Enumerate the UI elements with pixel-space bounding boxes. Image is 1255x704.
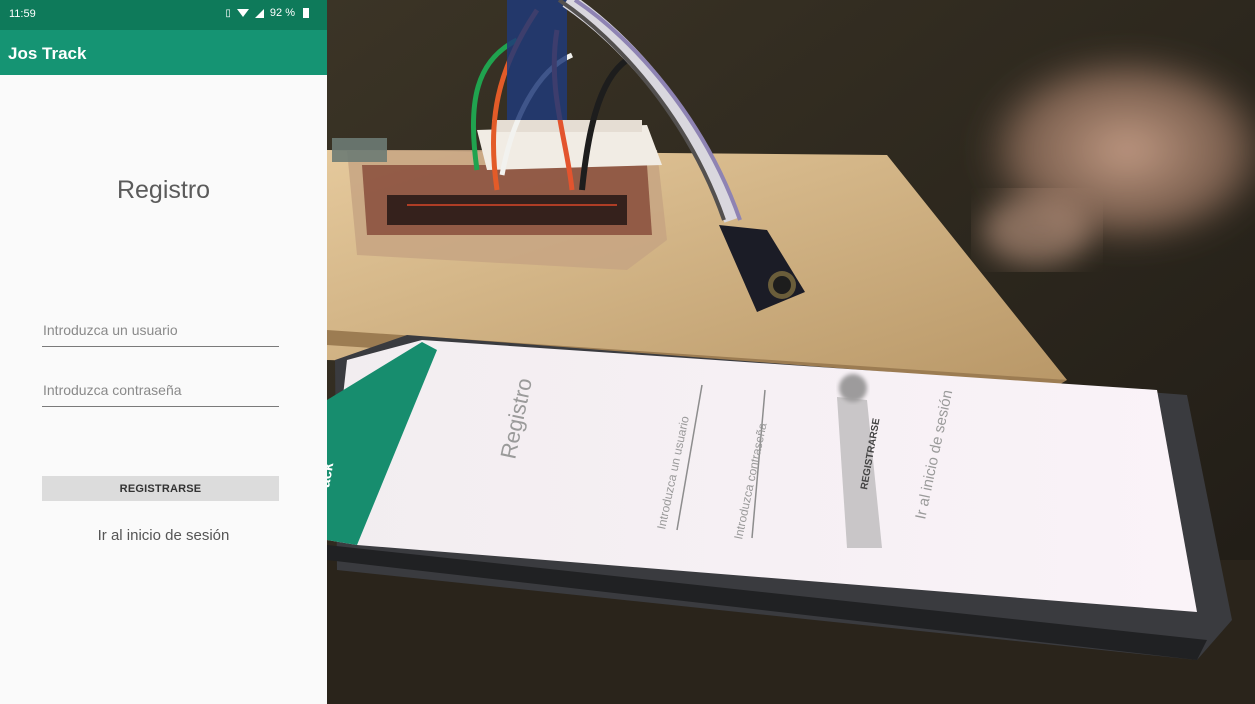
app-title: Jos Track: [8, 44, 87, 63]
password-input[interactable]: Introduzca contraseña: [42, 380, 279, 407]
username-placeholder: Introduzca un usuario: [43, 322, 178, 338]
page-title: Registro: [116, 176, 211, 204]
register-button[interactable]: REGISTRARSE: [42, 476, 279, 501]
status-icons: ▯ 92 %: [225, 7, 309, 19]
login-link[interactable]: Ir al inicio de sesión: [0, 527, 327, 544]
vibrate-icon: ▯: [225, 7, 231, 19]
username-input[interactable]: Introduzca un usuario: [42, 320, 279, 347]
wifi-icon: [236, 9, 249, 17]
app-bar: Jos Track: [0, 30, 327, 75]
signal-icon: [254, 8, 264, 18]
camera-photo: ack Registro Introduzca un usuario Intro…: [327, 0, 1255, 704]
password-placeholder: Introduzca contraseña: [43, 382, 182, 398]
battery-percent: 92 %: [269, 7, 295, 19]
battery-icon: [303, 8, 309, 18]
photo-scene: ack Registro Introduzca un usuario Intro…: [327, 0, 1255, 704]
status-bar: 11:59 ▯ 92 %: [0, 0, 327, 30]
app-screen: 11:59 ▯ 92 % Jos Track Registro Introduz…: [0, 0, 327, 704]
status-time: 11:59: [9, 8, 36, 20]
